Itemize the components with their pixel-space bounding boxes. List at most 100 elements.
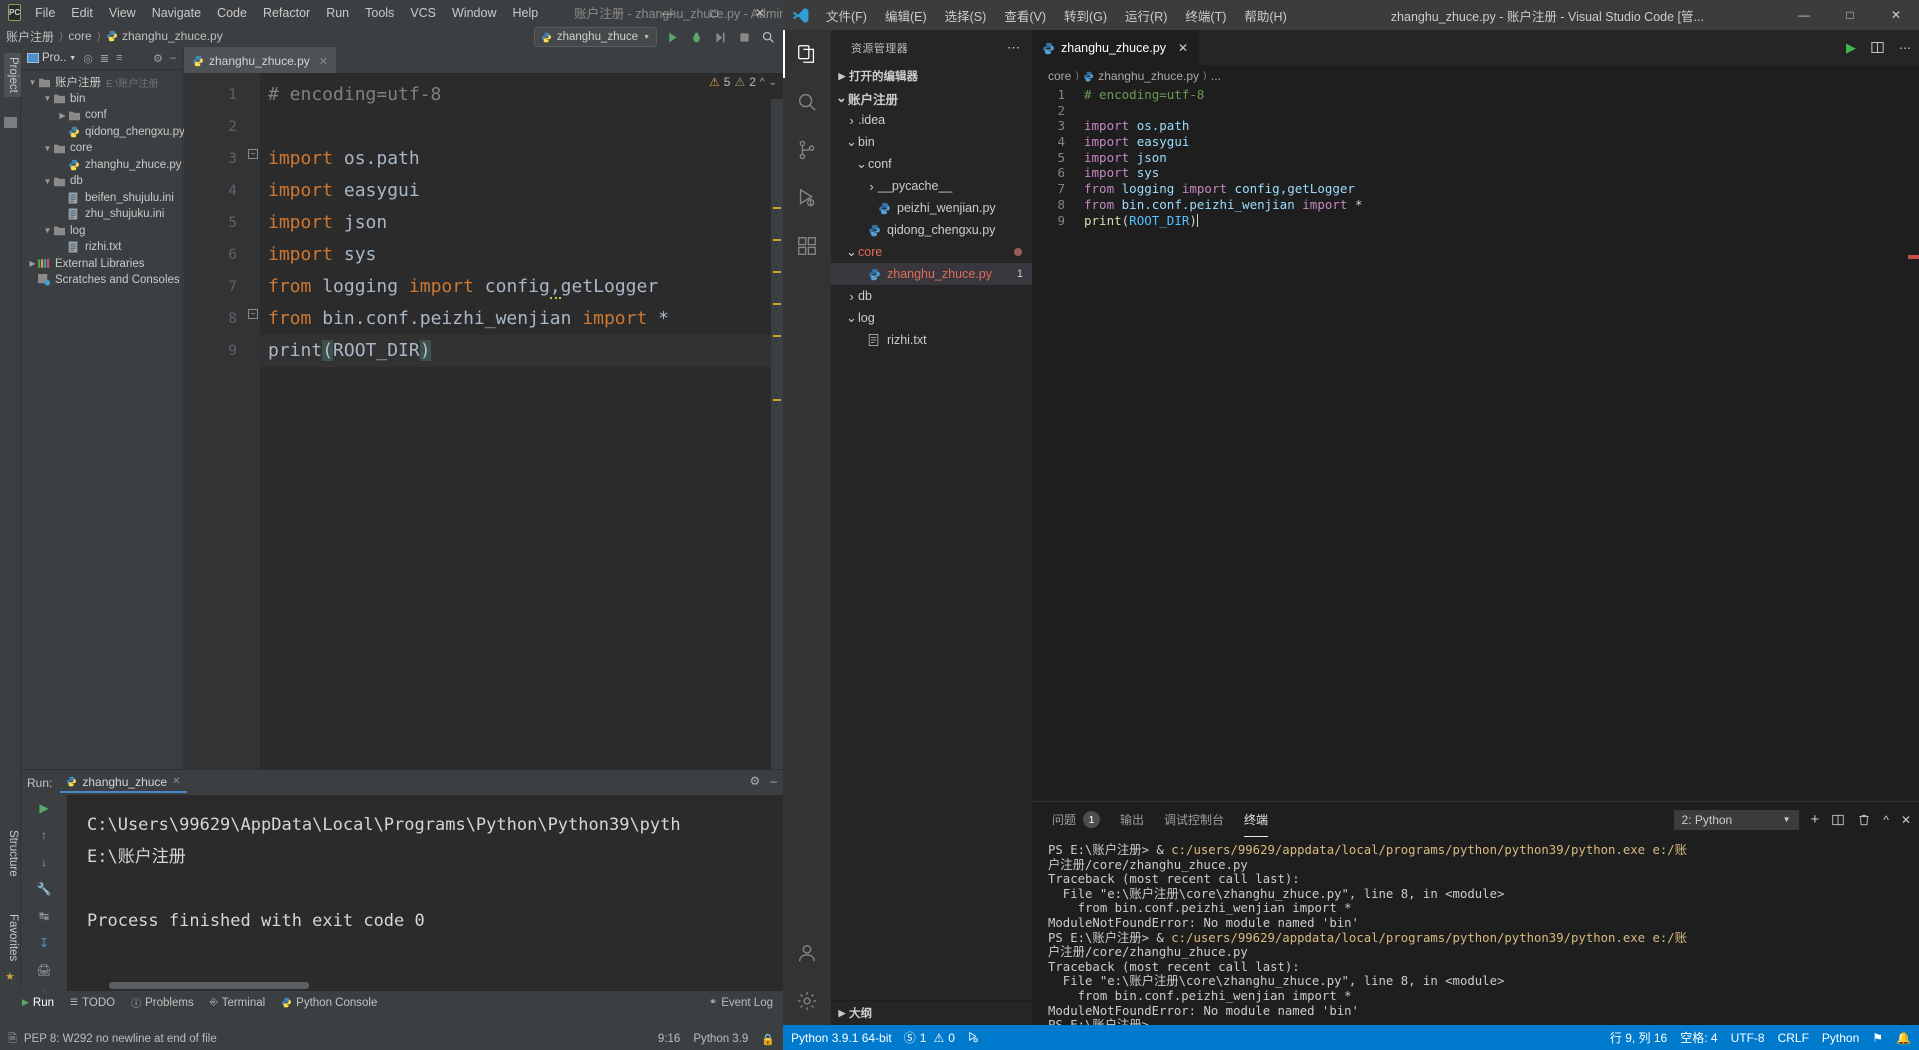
toolwin-run[interactable]: ▶ Run — [22, 997, 54, 1009]
activity-settings-gear[interactable] — [783, 977, 831, 1025]
stop-button[interactable] — [735, 28, 753, 46]
new-terminal-icon[interactable]: + — [1811, 811, 1820, 828]
menu-file[interactable]: 文件(F) — [817, 2, 876, 29]
project-tree[interactable]: ▼ 账户注册 E:\账户注册 ▼ bin ▶ conf qidong_chengxu.py ▼ c… — [21, 70, 185, 289]
locate-icon[interactable]: ◎ — [83, 52, 93, 65]
activity-extensions[interactable] — [783, 222, 831, 270]
bell-icon[interactable]: 🔔 — [1896, 1031, 1911, 1045]
menu-navigate[interactable]: Navigate — [144, 3, 209, 23]
close-icon[interactable]: ✕ — [319, 55, 328, 68]
breadcrumb-core[interactable]: core — [68, 29, 91, 43]
tree-item-external-libraries[interactable]: ▶ External Libraries — [21, 256, 182, 273]
status-eol[interactable]: CRLF — [1778, 1031, 1809, 1045]
terminal-selector[interactable]: 2: Python ▼ — [1673, 809, 1799, 830]
chevron-down-icon[interactable]: ⌄ — [845, 135, 858, 148]
explorer-item-core[interactable]: ⌄ core — [831, 241, 1032, 263]
hide-icon[interactable]: – — [170, 52, 176, 64]
pycharm-code-editor[interactable]: 1 2 3 4 5 6 7 8 9 − − # encoding=utf-8 import os.… — [184, 73, 783, 769]
activity-accounts[interactable] — [783, 929, 831, 977]
menu-go[interactable]: 转到(G) — [1055, 2, 1116, 29]
console-horizontal-scrollbar[interactable] — [109, 982, 741, 989]
project-view-selector[interactable]: Pro.. ▼ — [27, 52, 76, 64]
tree-item--[interactable]: ▼ 账户注册 E:\账户注册 — [21, 74, 182, 91]
fold-icon[interactable]: − — [248, 309, 258, 319]
explorer-item-peizhi-wenjian-py[interactable]: peizhi_wenjian.py — [831, 197, 1032, 219]
panel-tab-debug-console[interactable]: 调试控制台 — [1164, 802, 1224, 837]
code-line[interactable]: print(ROOT_DIR) — [260, 335, 783, 367]
more-actions-icon[interactable]: ⋯ — [1007, 40, 1020, 56]
code-line[interactable]: from logging import config,getLogger — [260, 271, 783, 303]
run-coverage-button[interactable] — [711, 28, 729, 46]
explorer-item-conf[interactable]: ⌄ conf — [831, 153, 1032, 175]
menu-window[interactable]: Window — [444, 3, 504, 23]
tree-item-qidong-chengxu-py[interactable]: qidong_chengxu.py — [21, 124, 185, 141]
tool-tab-structure[interactable]: Structure — [4, 826, 22, 881]
open-editors-section[interactable]: ▶ 打开的编辑器 — [831, 65, 1032, 87]
code-line[interactable]: import sys — [260, 239, 783, 271]
explorer-item--pycache-[interactable]: › __pycache__ — [831, 175, 1032, 197]
fold-icon[interactable]: − — [248, 149, 258, 159]
explorer-item-db[interactable]: › db — [831, 285, 1032, 307]
gear-icon[interactable]: ⚙ — [750, 774, 761, 788]
status-encoding[interactable]: UTF-8 — [1731, 1031, 1765, 1045]
chevron-down-icon[interactable]: ▼ — [42, 226, 53, 235]
breadcrumb-project[interactable]: 账户注册 — [6, 28, 54, 45]
chevron-down-icon[interactable]: ▼ — [27, 78, 38, 87]
run-console-output[interactable]: C:\Users\99629\AppData\Local\Programs\Py… — [67, 795, 783, 991]
outline-section[interactable]: ▶ 大纲 — [831, 1000, 1032, 1025]
code-line[interactable]: 5 import json — [1032, 150, 1919, 166]
print-icon[interactable]: 🖨 — [35, 963, 53, 977]
code-line[interactable]: 4 import easygui — [1032, 134, 1919, 150]
wrench-icon[interactable]: 🔧 — [35, 882, 53, 896]
chevron-right-icon[interactable]: › — [845, 113, 858, 128]
activity-source-control[interactable] — [783, 126, 831, 174]
close-button[interactable]: ✕ — [1873, 0, 1919, 30]
collapse-all-icon[interactable]: ≡ — [116, 52, 122, 64]
inspection-widget[interactable]: ⚠ 5 ⚠ 2 ^ ⌄ — [709, 75, 777, 89]
chevron-right-icon[interactable]: › — [865, 179, 878, 194]
panel-tab-problems[interactable]: 问题 1 — [1052, 802, 1101, 837]
toolwin-todo[interactable]: ☰ TODO — [70, 997, 115, 1009]
vscode-code-editor[interactable]: 1 # encoding=utf-8 2 3 import os.path 4 import… — [1032, 87, 1919, 801]
breadcrumb-symbol[interactable]: ... — [1211, 69, 1221, 83]
code-line[interactable]: 2 — [1032, 103, 1919, 119]
more-actions-icon[interactable]: ⋯ — [1899, 41, 1911, 55]
status-indentation[interactable]: 空格: 4 — [1680, 1029, 1717, 1046]
run-python-file-icon[interactable]: ▶ — [1846, 40, 1856, 56]
code-line[interactable]: import json — [260, 207, 783, 239]
activity-run-debug[interactable] — [783, 174, 831, 222]
code-line[interactable]: 7 from logging import config,getLogger — [1032, 181, 1919, 197]
chevron-down-icon[interactable]: ⌄ — [855, 157, 868, 170]
chevron-right-icon[interactable]: ▶ — [27, 259, 38, 268]
status-line-col[interactable]: 行 9, 列 16 — [1610, 1029, 1667, 1046]
activity-explorer[interactable] — [783, 30, 831, 78]
tree-item-core[interactable]: ▼ core — [21, 140, 182, 157]
feedback-icon[interactable]: ⚑ — [1872, 1031, 1883, 1045]
run-tab[interactable]: zhanghu_zhuce ✕ — [60, 773, 187, 793]
close-icon[interactable]: ✕ — [1178, 41, 1188, 55]
menu-view[interactable]: View — [101, 3, 144, 23]
hide-icon[interactable]: – — [770, 774, 777, 788]
menu-terminal[interactable]: 终端(T) — [1176, 2, 1235, 29]
menu-edit[interactable]: Edit — [63, 3, 101, 23]
editor-tab-zhanghu-zhuce[interactable]: zhanghu_zhuce.py ✕ — [184, 47, 336, 73]
code-line[interactable]: 6 import sys — [1032, 165, 1919, 181]
toolwin-python-console[interactable]: Python Console — [281, 997, 377, 1009]
code-line[interactable]: import os.path — [260, 143, 783, 175]
tree-item-conf[interactable]: ▶ conf — [21, 107, 182, 124]
status-interpreter[interactable]: Python 3.9.1 64-bit — [791, 1031, 892, 1045]
tree-item-zhanghu-zhuce-py[interactable]: zhanghu_zhuce.py — [21, 157, 182, 174]
split-terminal-icon[interactable] — [1831, 813, 1845, 827]
menu-selection[interactable]: 选择(S) — [936, 2, 996, 29]
code-fold-column[interactable]: − − — [246, 73, 260, 769]
debug-button[interactable] — [687, 28, 705, 46]
code-line[interactable]: from bin.conf.peizhi_wenjian import * — [260, 303, 783, 335]
scrollbar-thumb[interactable] — [109, 982, 309, 989]
explorer-item-bin[interactable]: ⌄ bin — [831, 131, 1032, 153]
menu-code[interactable]: Code — [209, 3, 255, 23]
python-interpreter[interactable]: Python 3.9 — [693, 1033, 748, 1045]
menu-run[interactable]: 运行(R) — [1116, 2, 1176, 29]
breadcrumb-file[interactable]: zhanghu_zhuce.py — [1083, 69, 1199, 83]
editor-tab-zhanghu-zhuce[interactable]: zhanghu_zhuce.py ✕ — [1032, 30, 1199, 65]
editor-marker-bar[interactable] — [771, 99, 783, 769]
